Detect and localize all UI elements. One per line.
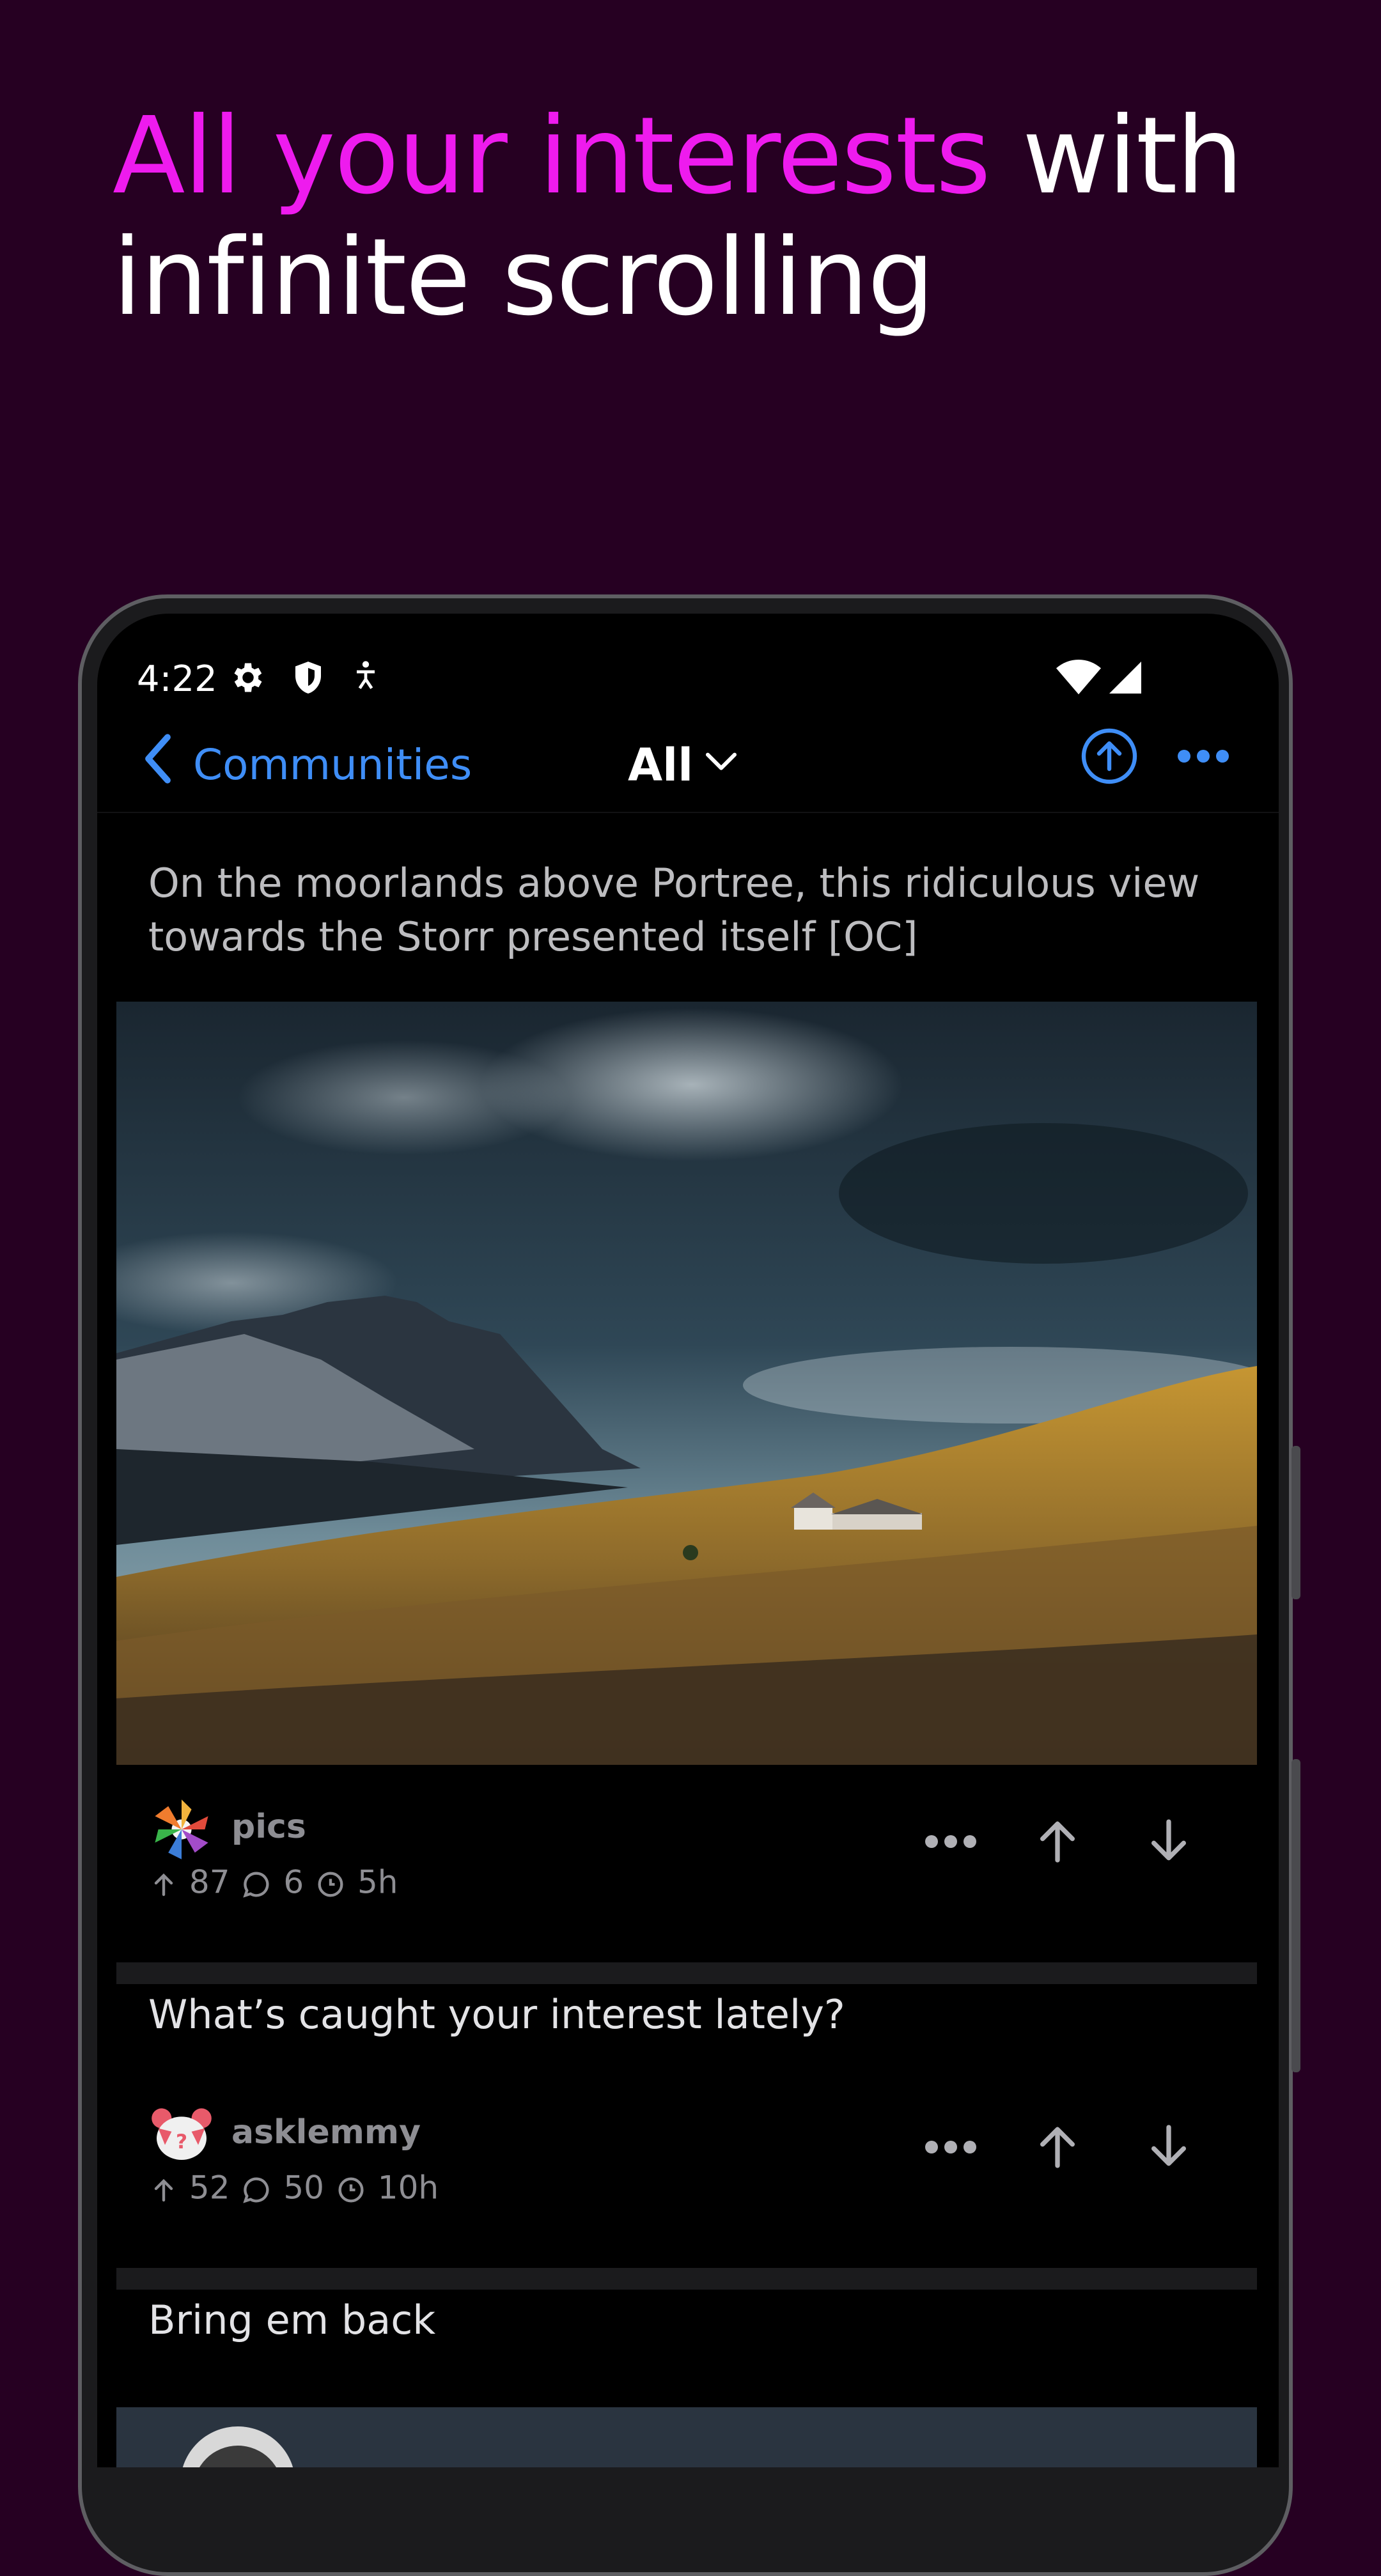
feed-selector[interactable]: All [628, 739, 693, 791]
score: 87 [189, 1863, 230, 1901]
post-image[interactable] [116, 2407, 1257, 2467]
nav-bar: Communities All [97, 703, 1279, 813]
arrow-up-icon [148, 2169, 179, 2207]
community-avatar[interactable]: ? [148, 2102, 215, 2168]
arrow-up-icon [148, 1864, 179, 1901]
clock-icon [334, 2169, 368, 2206]
headline-line2: infinite scrolling [113, 216, 935, 339]
status-bar: 4:22 [97, 614, 1279, 703]
post-title[interactable]: On the moorlands above Portree, this rid… [148, 857, 1235, 964]
upvote-arrow-icon[interactable] [1032, 1815, 1083, 1869]
community-avatar[interactable] [148, 1796, 215, 1863]
post-stats: 87 6 5h [148, 1861, 398, 1901]
headline-accent: All your interests [113, 95, 991, 218]
downvote-arrow-icon[interactable] [1143, 2121, 1194, 2175]
post-title[interactable]: Bring em back [148, 2293, 435, 2347]
chevron-down-icon[interactable] [703, 748, 739, 776]
upvote-arrow-icon[interactable] [1032, 2121, 1083, 2175]
power-button [1291, 1759, 1300, 2072]
accessibility-icon [348, 658, 384, 697]
post-image[interactable] [116, 1002, 1257, 1765]
comment-count: 50 [283, 2169, 324, 2207]
back-button[interactable]: Communities [193, 740, 472, 789]
clock-icon [314, 1863, 347, 1900]
shield-icon [289, 658, 327, 699]
comment-icon [240, 2169, 273, 2206]
gear-icon [229, 658, 267, 699]
arrow-up-circle-icon[interactable] [1079, 725, 1140, 789]
more-horizontal-icon[interactable] [1174, 747, 1232, 768]
more-horizontal-icon[interactable] [922, 1832, 979, 1854]
status-time: 4:22 [137, 658, 217, 700]
post-age: 10h [377, 2169, 439, 2207]
promo-headline: All your interests with infinite scrollin… [113, 96, 1327, 339]
wifi-icon [1056, 658, 1101, 699]
community-name[interactable]: pics [231, 1808, 306, 1846]
post-divider [116, 2268, 1257, 2290]
comment-count: 6 [283, 1863, 304, 1901]
phone-screen: 4:22 Communities All On the moorlands ab… [97, 614, 1279, 2467]
score: 52 [189, 2169, 230, 2207]
chevron-left-icon[interactable] [136, 730, 180, 788]
signal-icon [1106, 658, 1144, 699]
post-title[interactable]: What’s caught your interest lately? [148, 1988, 845, 2042]
volume-button [1291, 1446, 1300, 1599]
community-name[interactable]: asklemmy [231, 2113, 421, 2152]
comment-icon [240, 1863, 273, 1900]
post-stats: 52 50 10h [148, 2167, 439, 2207]
svg-text:?: ? [176, 2130, 187, 2153]
headline-rest: with [989, 95, 1244, 218]
more-horizontal-icon[interactable] [922, 2138, 979, 2159]
post-divider [116, 1962, 1257, 1984]
downvote-arrow-icon[interactable] [1143, 1815, 1194, 1869]
post-age: 5h [357, 1863, 398, 1901]
